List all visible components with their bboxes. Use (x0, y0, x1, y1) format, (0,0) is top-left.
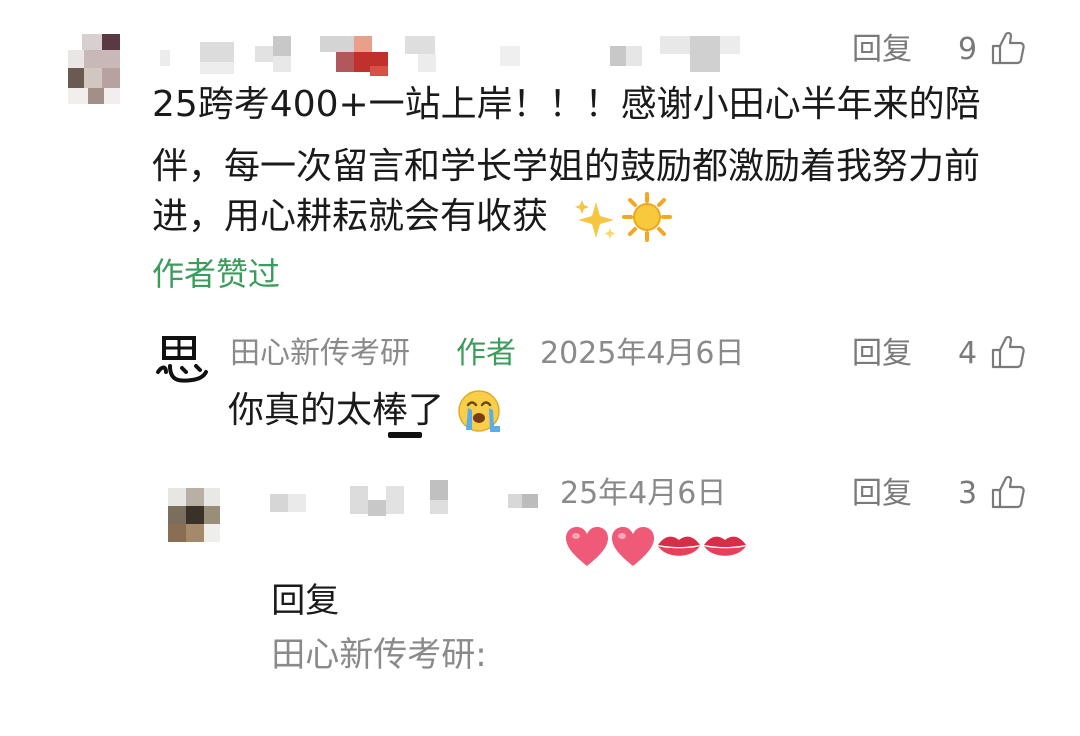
author-name[interactable]: 田心新传考研 (230, 332, 410, 376)
thumbs-up-icon[interactable] (990, 334, 1026, 370)
reply-date: 25年4月6日 (560, 476, 727, 511)
sparkles-emoji (575, 200, 616, 239)
username-pixelated[interactable] (240, 480, 550, 520)
reply-author: 田心新传考研 作者 2025年4月6日 回复 4 你真的太棒了 (0, 320, 1080, 450)
lips-emoji (704, 536, 746, 556)
reply-button[interactable]: 回复 (852, 474, 912, 514)
heart-emoji (566, 527, 608, 566)
thumbs-up-icon[interactable] (990, 474, 1026, 510)
like-count: 4 (958, 336, 978, 371)
avatar[interactable] (152, 332, 210, 388)
like-count: 9 (958, 32, 978, 67)
crying-face-emoji (458, 390, 500, 432)
reply-target-name[interactable]: 田心新传考研: (271, 635, 486, 675)
comment-text-line-1: 25跨考400+一站上岸！！！感谢小田心半年来的陪 (152, 84, 981, 125)
text-underline-mark (388, 432, 422, 438)
reply-date: 2025年4月6日 (540, 336, 745, 371)
comment-text-line-3: 进，用心耕耘就会有收获 (152, 196, 549, 237)
reply-prefix: 回复 (271, 581, 340, 621)
username-pixelated[interactable] (160, 36, 760, 76)
reply-button[interactable]: 回复 (852, 334, 912, 374)
comment-top: 回复 9 25跨考400+一站上岸！！！感谢小田心半年来的陪 伴，每一次留言和学… (0, 0, 1080, 310)
author-liked-label: 作者赞过 (152, 255, 281, 293)
avatar[interactable] (68, 34, 136, 104)
calligraphy-logo-icon (156, 336, 208, 383)
thumbs-up-icon[interactable] (990, 30, 1026, 66)
author-badge: 作者 (456, 336, 516, 371)
reply-user: 25年4月6日 回复 3 回复 田心新传考研: (0, 460, 1080, 675)
sun-emoji (622, 192, 672, 242)
reply-button[interactable]: 回复 (852, 30, 912, 70)
lips-emoji (658, 536, 700, 556)
reply-text: 回复 田心新传考研: (228, 520, 486, 736)
heart-emoji (612, 527, 654, 566)
like-count: 3 (958, 476, 978, 511)
avatar[interactable] (168, 488, 220, 542)
